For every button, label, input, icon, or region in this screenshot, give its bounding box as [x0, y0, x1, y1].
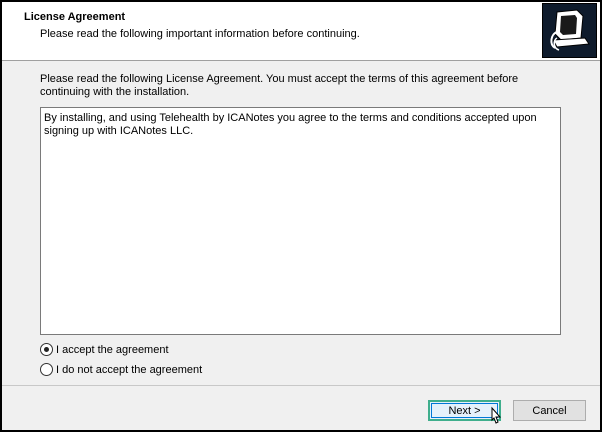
license-text-area[interactable]: By installing, and using Telehealth by I…: [40, 107, 561, 335]
radio-accept[interactable]: [40, 343, 53, 356]
page-subtitle: Please read the following important info…: [40, 28, 360, 40]
wizard-header: License Agreement Please read the follow…: [2, 2, 600, 60]
cancel-button[interactable]: Cancel: [513, 400, 586, 421]
footer-divider: [2, 385, 600, 386]
setup-wizard-window: License Agreement Please read the follow…: [0, 0, 602, 432]
radio-decline[interactable]: [40, 363, 53, 376]
accept-label[interactable]: I accept the agreement: [56, 344, 169, 356]
header-divider: [2, 60, 600, 61]
decline-label[interactable]: I do not accept the agreement: [56, 364, 202, 376]
decline-option[interactable]: I do not accept the agreement: [40, 363, 202, 376]
instructions-text: Please read the following License Agreem…: [40, 73, 519, 98]
page-title: License Agreement: [24, 11, 126, 23]
accept-option[interactable]: I accept the agreement: [40, 343, 169, 356]
mouse-pointer-icon: [488, 406, 504, 428]
installer-logo-icon: [542, 3, 597, 58]
